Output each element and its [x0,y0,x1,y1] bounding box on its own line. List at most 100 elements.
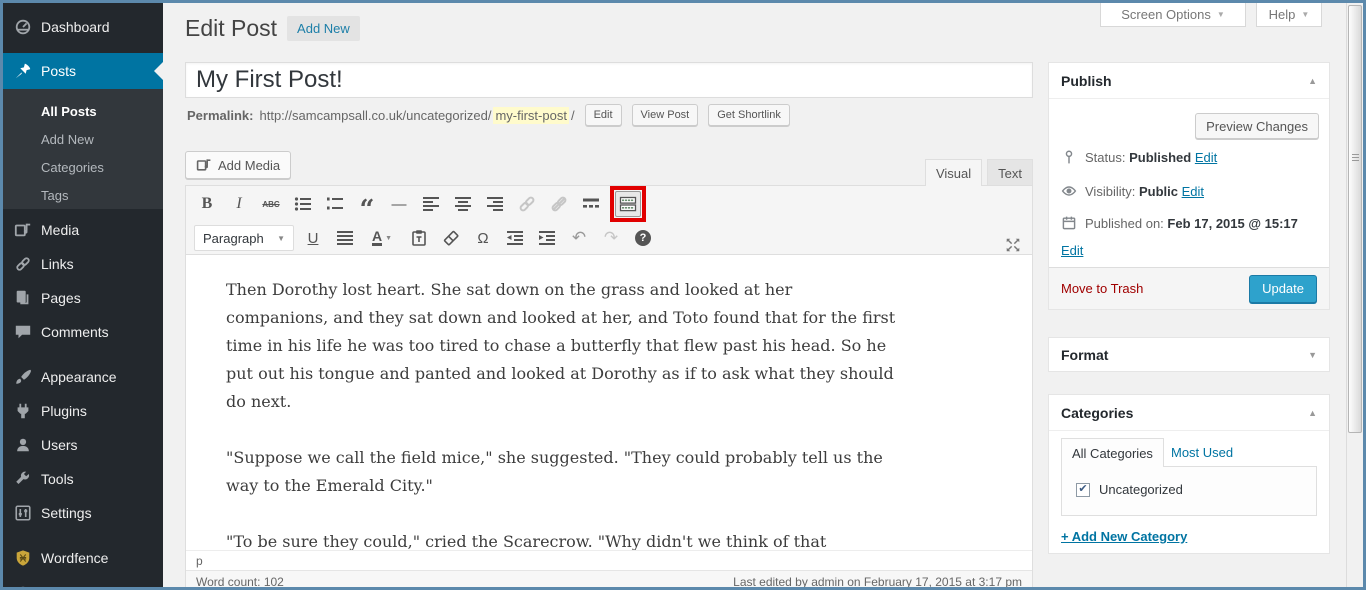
sidebar-item-settings[interactable]: Settings [3,496,163,530]
post-status-icon [1061,149,1077,165]
justify-button[interactable] [332,225,358,251]
sidebar-item-tools[interactable]: Tools [3,462,163,496]
indent-button[interactable] [534,225,560,251]
collapse-toggle-icon[interactable]: ▼ [1308,350,1317,360]
collapse-icon [13,584,33,590]
bold-button[interactable]: B [194,191,220,217]
eraser-icon [441,228,461,248]
text-color-button[interactable]: A▼ [364,225,400,251]
vertical-scrollbar[interactable] [1346,3,1363,587]
permalink-edit-button[interactable]: Edit [585,104,622,126]
sidebar-item-label: Posts [41,63,76,79]
redo-button[interactable]: ↷ [598,225,624,251]
edit-visibility-link[interactable]: Edit [1182,184,1204,199]
visibility-label: Visibility: [1085,184,1135,199]
wrench-icon [13,469,33,489]
sidebar-item-collapse-menu[interactable]: Collapse menu [3,577,163,590]
collapse-toggle-icon[interactable]: ▲ [1308,408,1317,418]
bullet-list-button[interactable] [290,191,316,217]
submenu-all-posts[interactable]: All Posts [3,97,163,125]
paragraph-select-value: Paragraph [203,231,264,246]
visibility-value: Public [1139,184,1178,199]
published-on-label: Published on: [1085,216,1164,231]
help-tab[interactable]: Help ▼ [1256,3,1322,27]
edit-status-link[interactable]: Edit [1195,150,1217,165]
horizontal-rule-button[interactable]: — [386,191,412,217]
paste-as-text-button[interactable] [406,225,432,251]
scrollbar-thumb[interactable] [1348,5,1362,433]
add-media-button[interactable]: Add Media [185,151,291,179]
hr-icon: — [392,196,407,213]
categories-metabox-header[interactable]: Categories ▲ [1049,395,1329,431]
numbered-list-button[interactable] [322,191,348,217]
collapse-toggle-icon[interactable]: ▲ [1308,76,1317,86]
align-left-button[interactable] [418,191,444,217]
text-tab[interactable]: Text [987,159,1033,186]
italic-button[interactable]: I [226,191,252,217]
submenu-categories[interactable]: Categories [3,153,163,181]
view-post-button[interactable]: View Post [632,104,699,126]
undo-button[interactable]: ↶ [566,225,592,251]
paragraph-style-select[interactable]: Paragraph ▼ [194,225,294,251]
update-button[interactable]: Update [1249,275,1317,303]
underline-button[interactable]: U [300,225,326,251]
sidebar-item-dashboard[interactable]: Dashboard [3,10,163,44]
page-title-row: Edit Post Add New [185,15,360,42]
sidebar-item-wordfence[interactable]: Wordfence [3,541,163,575]
outdent-button[interactable] [502,225,528,251]
screen-options-tab[interactable]: Screen Options ▼ [1100,3,1246,27]
visual-tab[interactable]: Visual [925,159,982,186]
blockquote-button[interactable]: “ [354,191,380,217]
get-shortlink-button[interactable]: Get Shortlink [708,104,790,126]
add-new-category-link[interactable]: + Add New Category [1061,529,1187,544]
all-categories-tab[interactable]: All Categories [1061,438,1164,467]
sidebar-item-users[interactable]: Users [3,428,163,462]
sidebar-item-media[interactable]: Media [3,213,163,247]
sidebar-item-label: Pages [41,290,81,306]
strikethrough-button[interactable]: ABC [258,191,284,217]
media-icon [196,157,212,173]
page-title: Edit Post [185,15,277,42]
numbered-list-icon [325,194,345,214]
editor-content-area[interactable]: Then Dorothy lost heart. She sat down on… [186,255,1032,550]
add-new-button[interactable]: Add New [287,16,360,41]
help-icon: ? [635,230,651,246]
preview-changes-button[interactable]: Preview Changes [1195,113,1319,139]
submenu-add-new[interactable]: Add New [3,125,163,153]
sidebar-item-appearance[interactable]: Appearance [3,360,163,394]
editor-box: B I ABC “ — [185,185,1033,590]
align-right-button[interactable] [482,191,508,217]
align-center-button[interactable] [450,191,476,217]
uncategorized-checkbox[interactable]: ✔ [1076,483,1090,497]
sidebar-item-comments[interactable]: Comments [3,315,163,349]
read-more-tag-button[interactable] [578,191,604,217]
categories-title: Categories [1061,405,1133,421]
sidebar-item-pages[interactable]: Pages [3,281,163,315]
publish-metabox-header[interactable]: Publish ▲ [1049,63,1329,99]
fullscreen-icon[interactable] [1004,236,1022,254]
blockquote-icon: “ [360,193,375,215]
special-character-button[interactable]: Ω [470,225,496,251]
sidebar-item-posts[interactable]: Posts [3,53,163,89]
status-row: Status: Published Edit [1061,149,1217,165]
media-icon [13,220,33,240]
sidebar-item-links[interactable]: Links [3,247,163,281]
sidebar-item-plugins[interactable]: Plugins [3,394,163,428]
align-center-icon [453,194,473,214]
most-used-tab[interactable]: Most Used [1171,445,1233,460]
clear-formatting-button[interactable] [438,225,464,251]
permalink-slug[interactable]: my-first-post [493,107,569,124]
submenu-tags[interactable]: Tags [3,181,163,209]
format-metabox-header[interactable]: Format ▼ [1049,338,1329,371]
sidebar-item-label: Wordfence [41,550,108,566]
element-path[interactable]: p [196,554,203,568]
remove-link-button[interactable] [546,191,572,217]
insert-link-button[interactable] [514,191,540,217]
edit-published-date-link[interactable]: Edit [1061,243,1083,258]
move-to-trash-link[interactable]: Move to Trash [1061,281,1143,296]
chevron-down-icon: ▼ [385,235,392,242]
post-title-input[interactable] [185,62,1033,98]
sidebar-item-label: Tools [41,471,74,487]
keyboard-shortcuts-button[interactable]: ? [630,225,656,251]
toolbar-toggle-button[interactable] [615,191,641,217]
